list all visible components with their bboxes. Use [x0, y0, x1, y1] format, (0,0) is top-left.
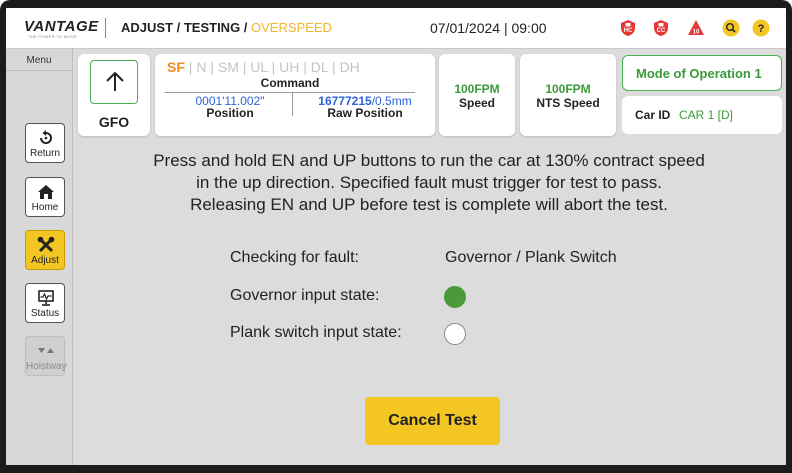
sidebar-menu: Menu Return Home Adjust Status Hoistway — [6, 49, 73, 465]
sidebar-item-label: Adjust — [31, 255, 59, 266]
svg-text:10: 10 — [693, 30, 700, 36]
logo-tagline: THE POWER TO MOVE — [28, 34, 77, 39]
flag-sf: SF — [167, 59, 185, 75]
sidebar-item-hoistway[interactable]: Hoistway — [25, 336, 67, 376]
sidebar-item-label: Status — [30, 308, 60, 319]
search-icon[interactable] — [722, 19, 740, 37]
vantage-logo: VANTAGE — [24, 18, 99, 35]
flag-sm: SM — [217, 59, 239, 75]
mode-of-operation: Mode of Operation 1 — [622, 55, 782, 91]
speed-card: 100FPM Speed — [439, 54, 515, 136]
plank-switch-input-indicator — [444, 323, 466, 345]
speed-value: 100FPM — [454, 82, 500, 96]
sidebar-item-label: Home — [31, 202, 59, 213]
svg-text:?: ? — [758, 23, 765, 35]
instruction-line: in the up direction. Specified fault mus… — [196, 173, 662, 192]
header-divider — [105, 18, 106, 38]
flag-separator: | — [188, 59, 193, 75]
nts-speed-label: NTS Speed — [536, 96, 600, 110]
menu-divider — [6, 70, 72, 71]
command-divider-vertical — [292, 92, 293, 116]
raw-position-readout: 16777215/0.5mm Raw Position — [300, 94, 430, 120]
governor-input-label: Governor input state: — [230, 287, 380, 304]
flag-separator: | — [210, 59, 214, 75]
flag-uh: UH — [279, 59, 300, 75]
help-icon[interactable]: ? — [752, 19, 770, 37]
sidebar-item-label: Return — [29, 148, 60, 159]
command-flags: SF | N | SM | UL | UH | DL | DH — [167, 59, 360, 75]
svg-text:HC: HC — [624, 28, 633, 34]
hoistway-icon — [38, 348, 54, 353]
breadcrumb-current: OVERSPEED — [251, 20, 332, 35]
flag-separator: | — [332, 59, 336, 75]
car-id-card: Car ID CAR 1 [D] — [622, 96, 782, 134]
flag-ul: UL — [250, 59, 268, 75]
checking-fault-label: Checking for fault: — [230, 249, 359, 266]
cancel-test-button[interactable]: Cancel Test — [365, 397, 500, 445]
governor-input-indicator — [444, 286, 466, 308]
car-access-badge-icon[interactable]: CC — [652, 19, 670, 37]
home-icon — [38, 185, 54, 199]
position-readout: 0001'11.002" Position — [170, 94, 290, 120]
checking-fault-value: Governor / Plank Switch — [445, 249, 617, 266]
flag-separator: | — [271, 59, 276, 75]
device-frame: VANTAGE THE POWER TO MOVE ADJUST / TESTI… — [0, 0, 792, 473]
command-divider — [165, 92, 415, 93]
sidebar-item-label: Hoistway — [26, 361, 67, 372]
nts-speed-card: 100FPM NTS Speed — [520, 54, 616, 136]
raw-position-label: Raw Position — [327, 106, 403, 120]
status-monitor-icon — [38, 290, 54, 306]
test-instructions: Press and hold EN and UP buttons to run … — [72, 150, 786, 216]
speed-label: Speed — [458, 96, 495, 110]
flag-n: N — [196, 59, 207, 75]
return-icon — [40, 130, 52, 144]
adjust-tools-icon — [37, 236, 55, 253]
car-id-label: Car ID — [635, 108, 671, 122]
breadcrumb: ADJUST / TESTING / OVERSPEED — [121, 20, 332, 35]
menu-label: Menu — [26, 55, 52, 66]
svg-text:CC: CC — [657, 28, 666, 34]
sidebar-item-home[interactable]: Home — [25, 177, 65, 217]
flag-dh: DH — [339, 59, 360, 75]
command-card: SF | N | SM | UL | UH | DL | DH Command … — [155, 54, 435, 136]
instruction-line: Releasing EN and UP before test is compl… — [190, 195, 668, 214]
flag-dl: DL — [310, 59, 329, 75]
plank-switch-input-label: Plank switch input state: — [230, 324, 402, 341]
car-id-value: CAR 1 [D] — [679, 108, 734, 122]
top-bar: VANTAGE THE POWER TO MOVE ADJUST / TESTI… — [6, 8, 786, 49]
hoistway-access-badge-icon[interactable]: HC — [619, 19, 637, 37]
up-arrow-icon — [106, 71, 124, 91]
screen: VANTAGE THE POWER TO MOVE ADJUST / TESTI… — [6, 8, 786, 465]
gfo-direction-box — [90, 60, 138, 104]
mode-of-operation-text: Mode of Operation 1 — [636, 66, 762, 81]
sidebar-item-adjust[interactable]: Adjust — [25, 230, 65, 270]
sidebar-item-status[interactable]: Status — [25, 283, 65, 323]
fault-warning-icon[interactable]: 10 — [687, 19, 705, 37]
gfo-label: GFO — [98, 114, 130, 130]
command-title: Command — [260, 76, 320, 90]
position-label: Position — [206, 106, 254, 120]
sidebar-item-return[interactable]: Return — [25, 123, 65, 163]
gfo-card: GFO — [78, 54, 150, 136]
flag-separator: | — [303, 59, 307, 75]
instruction-line: Press and hold EN and UP buttons to run … — [153, 151, 705, 170]
date-time: 07/01/2024 | 09:00 — [430, 20, 547, 36]
breadcrumb-path: ADJUST / TESTING / — [121, 20, 252, 35]
flag-separator: | — [242, 59, 247, 75]
nts-speed-value: 100FPM — [545, 82, 591, 96]
